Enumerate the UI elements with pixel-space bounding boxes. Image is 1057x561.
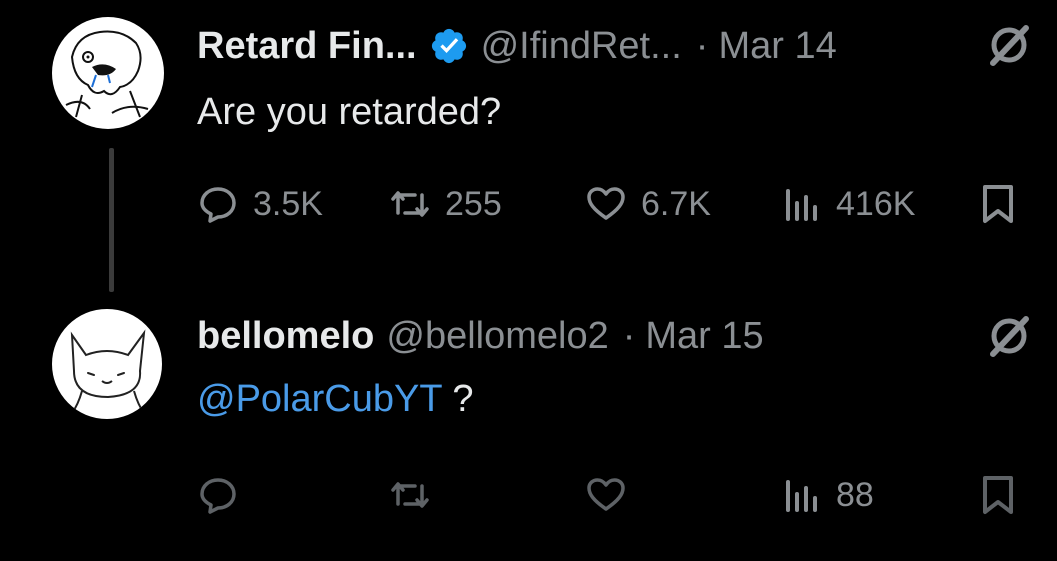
thread-connector-line <box>109 148 114 292</box>
tweet-date[interactable]: Mar 14 <box>718 25 836 68</box>
tweet-text: @PolarCubYT ? <box>197 378 474 421</box>
mention-link[interactable]: @PolarCubYT <box>197 378 442 420</box>
repost-count: 255 <box>445 184 502 223</box>
author-name[interactable]: Retard Fin... <box>197 25 417 68</box>
bookmark-icon <box>983 476 1013 514</box>
reply-count: 3.5K <box>253 184 323 223</box>
tweet-actions: 88 <box>197 474 1023 524</box>
repost-icon <box>391 191 429 217</box>
views-button[interactable]: 416K <box>780 183 915 225</box>
repost-button[interactable] <box>389 474 431 516</box>
like-icon <box>587 478 625 511</box>
reply-button[interactable] <box>197 474 239 516</box>
tweet-header: Retard Fin... @IfindRet... · Mar 14 <box>197 23 837 69</box>
grok-icon[interactable] <box>987 314 1031 358</box>
avatar-drawing <box>70 329 146 414</box>
repost-icon <box>391 482 429 508</box>
reply-icon <box>200 187 236 223</box>
views-count: 88 <box>836 475 874 514</box>
views-count: 416K <box>836 184 916 223</box>
avatar[interactable] <box>52 17 164 129</box>
repost-button[interactable]: 255 <box>389 183 502 225</box>
tweet-text-suffix: ? <box>441 378 474 420</box>
views-icon <box>786 480 817 512</box>
bookmark-icon <box>983 185 1013 223</box>
like-icon <box>587 187 625 220</box>
views-icon <box>786 189 817 221</box>
verified-badge-icon <box>431 28 466 64</box>
author-name[interactable]: bellomelo <box>197 315 374 358</box>
reply-icon <box>200 478 236 514</box>
author-handle[interactable]: @bellomelo2 <box>386 315 608 358</box>
author-handle[interactable]: @IfindRet... <box>481 25 682 68</box>
tweet-date[interactable]: Mar 15 <box>645 315 763 358</box>
like-count: 6.7K <box>641 184 711 223</box>
avatar-drawing <box>65 30 149 118</box>
tweet-text: Are you retarded? <box>197 91 502 133</box>
separator-dot: · <box>622 314 636 357</box>
tweet-header: bellomelo @bellomelo2 · Mar 15 <box>197 313 764 359</box>
separator-dot: · <box>695 24 709 67</box>
like-button[interactable] <box>585 474 627 516</box>
avatar[interactable] <box>52 309 162 419</box>
grok-icon[interactable] <box>987 23 1031 67</box>
bookmark-button[interactable] <box>977 183 1019 225</box>
views-button[interactable]: 88 <box>780 474 874 516</box>
like-button[interactable]: 6.7K <box>585 183 711 225</box>
tweet-actions: 3.5K 255 6.7K 416K <box>197 183 1023 233</box>
bookmark-button[interactable] <box>977 474 1019 516</box>
reply-button[interactable]: 3.5K <box>197 183 323 225</box>
